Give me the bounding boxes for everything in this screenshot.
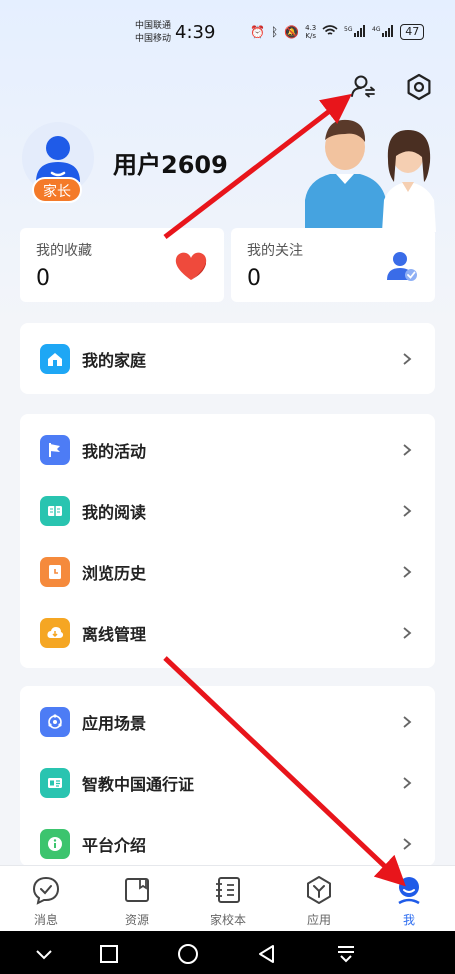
- following-count: 0: [247, 266, 261, 291]
- nav-label: 我: [402, 913, 415, 927]
- menu-item-history[interactable]: 浏览历史: [20, 541, 435, 602]
- menu-label: 浏览历史: [82, 563, 147, 583]
- carrier-1: 中国联通: [135, 21, 172, 31]
- menu-label: 智教中国通行证: [82, 774, 195, 794]
- bluetooth-icon: ᛒ: [270, 25, 279, 39]
- nav-item-notebook[interactable]: 家校本: [193, 874, 263, 928]
- recents-icon[interactable]: [98, 943, 120, 965]
- menu-label: 平台介绍: [82, 835, 147, 855]
- role-badge: 家长: [32, 177, 82, 203]
- notebook-icon: [216, 877, 240, 903]
- chevron-right-icon: [403, 837, 412, 850]
- menu-item-activities[interactable]: 我的活动: [20, 419, 435, 480]
- favorites-count: 0: [36, 266, 50, 291]
- nav-item-messages[interactable]: 消息: [11, 874, 81, 928]
- info-icon: [40, 828, 70, 859]
- menu-item-platform-intro[interactable]: 平台介绍: [20, 813, 435, 866]
- bottom-nav: 消息 资源 家校本 应用 我: [0, 865, 455, 931]
- scene-icon: [40, 706, 70, 737]
- nav-item-resources[interactable]: 资源: [102, 874, 172, 928]
- username: 用户2609: [113, 151, 228, 179]
- menu-item-family[interactable]: 我的家庭: [20, 323, 435, 394]
- following-label: 我的关注: [247, 243, 303, 259]
- back-icon[interactable]: [256, 943, 278, 965]
- id-card-icon: [40, 767, 70, 798]
- chevron-right-icon: [403, 443, 412, 456]
- signal-4g-icon: 4G: [372, 24, 394, 40]
- wifi-icon: [322, 24, 338, 40]
- menu-item-scenes[interactable]: 应用场景: [20, 691, 435, 752]
- favorites-label: 我的收藏: [36, 243, 92, 259]
- family-illustration: [300, 112, 440, 232]
- chevron-right-icon: [403, 352, 412, 365]
- svg-text:5G: 5G: [344, 26, 353, 33]
- menu-label: 我的阅读: [82, 502, 147, 522]
- collapse-icon[interactable]: [33, 943, 55, 965]
- book-icon: [40, 495, 70, 526]
- download-icon: [40, 617, 70, 648]
- chevron-right-icon: [403, 565, 412, 578]
- svg-text:4G: 4G: [372, 26, 381, 33]
- mute-icon: 🔕: [284, 25, 300, 39]
- chevron-right-icon: [403, 504, 412, 517]
- status-bar: 中国联通 中国移动 4:39 ⏰ ᛒ 🔕 4.3 K/s 5G 4G 47: [0, 14, 455, 54]
- nav-label: 消息: [33, 913, 58, 927]
- favorites-card[interactable]: 我的收藏 0: [20, 228, 224, 302]
- home-icon: [40, 343, 70, 374]
- settings-icon[interactable]: [404, 72, 434, 102]
- heart-icon: [174, 250, 208, 282]
- carrier-info: 中国联通 中国移动: [135, 20, 171, 46]
- switch-account-icon[interactable]: [348, 72, 378, 102]
- message-icon: [32, 876, 60, 905]
- system-nav-bar: [0, 931, 455, 974]
- menu-label: 我的活动: [82, 441, 147, 461]
- net-speed: 4.3 K/s: [305, 24, 317, 40]
- me-icon: [398, 877, 420, 905]
- nav-item-me[interactable]: 我: [374, 874, 444, 928]
- app-info-card: 应用场景 智教中国通行证 平台介绍: [20, 686, 435, 866]
- nav-label: 应用: [306, 913, 331, 927]
- home-button-icon[interactable]: [177, 943, 199, 965]
- menu-item-offline[interactable]: 离线管理: [20, 602, 435, 663]
- following-card[interactable]: 我的关注 0: [231, 228, 435, 302]
- nav-label: 资源: [124, 913, 149, 927]
- nav-label: 家校本: [209, 913, 246, 927]
- activity-card: 我的活动 我的阅读 浏览历史 离线管理: [20, 414, 435, 668]
- signal-5g-icon: 5G: [344, 24, 366, 40]
- chevron-right-icon: [403, 626, 412, 639]
- nav-item-apps[interactable]: 应用: [284, 874, 354, 928]
- alarm-icon: ⏰: [250, 25, 265, 39]
- carrier-2: 中国移动: [135, 34, 172, 44]
- flag-icon: [40, 434, 70, 465]
- dropdown-icon[interactable]: [335, 943, 357, 965]
- menu-label: 我的家庭: [82, 350, 147, 370]
- menu-label: 应用场景: [82, 713, 147, 733]
- resource-icon: [125, 878, 149, 902]
- menu-item-reading[interactable]: 我的阅读: [20, 480, 435, 541]
- chevron-right-icon: [403, 776, 412, 789]
- clock: 4:39: [175, 22, 216, 43]
- menu-item-passport[interactable]: 智教中国通行证: [20, 752, 435, 813]
- apps-icon: [307, 876, 331, 904]
- family-card: 我的家庭: [20, 323, 435, 394]
- chevron-right-icon: [403, 715, 412, 728]
- app-screen: 中国联通 中国移动 4:39 ⏰ ᛒ 🔕 4.3 K/s 5G 4G 47 家长…: [0, 0, 455, 974]
- history-icon: [40, 556, 70, 587]
- status-icons: ⏰ ᛒ 🔕 4.3 K/s 5G 4G 47: [250, 24, 425, 40]
- battery-icon: 47: [400, 24, 425, 40]
- menu-label: 离线管理: [82, 624, 147, 644]
- user-check-icon: [385, 250, 419, 282]
